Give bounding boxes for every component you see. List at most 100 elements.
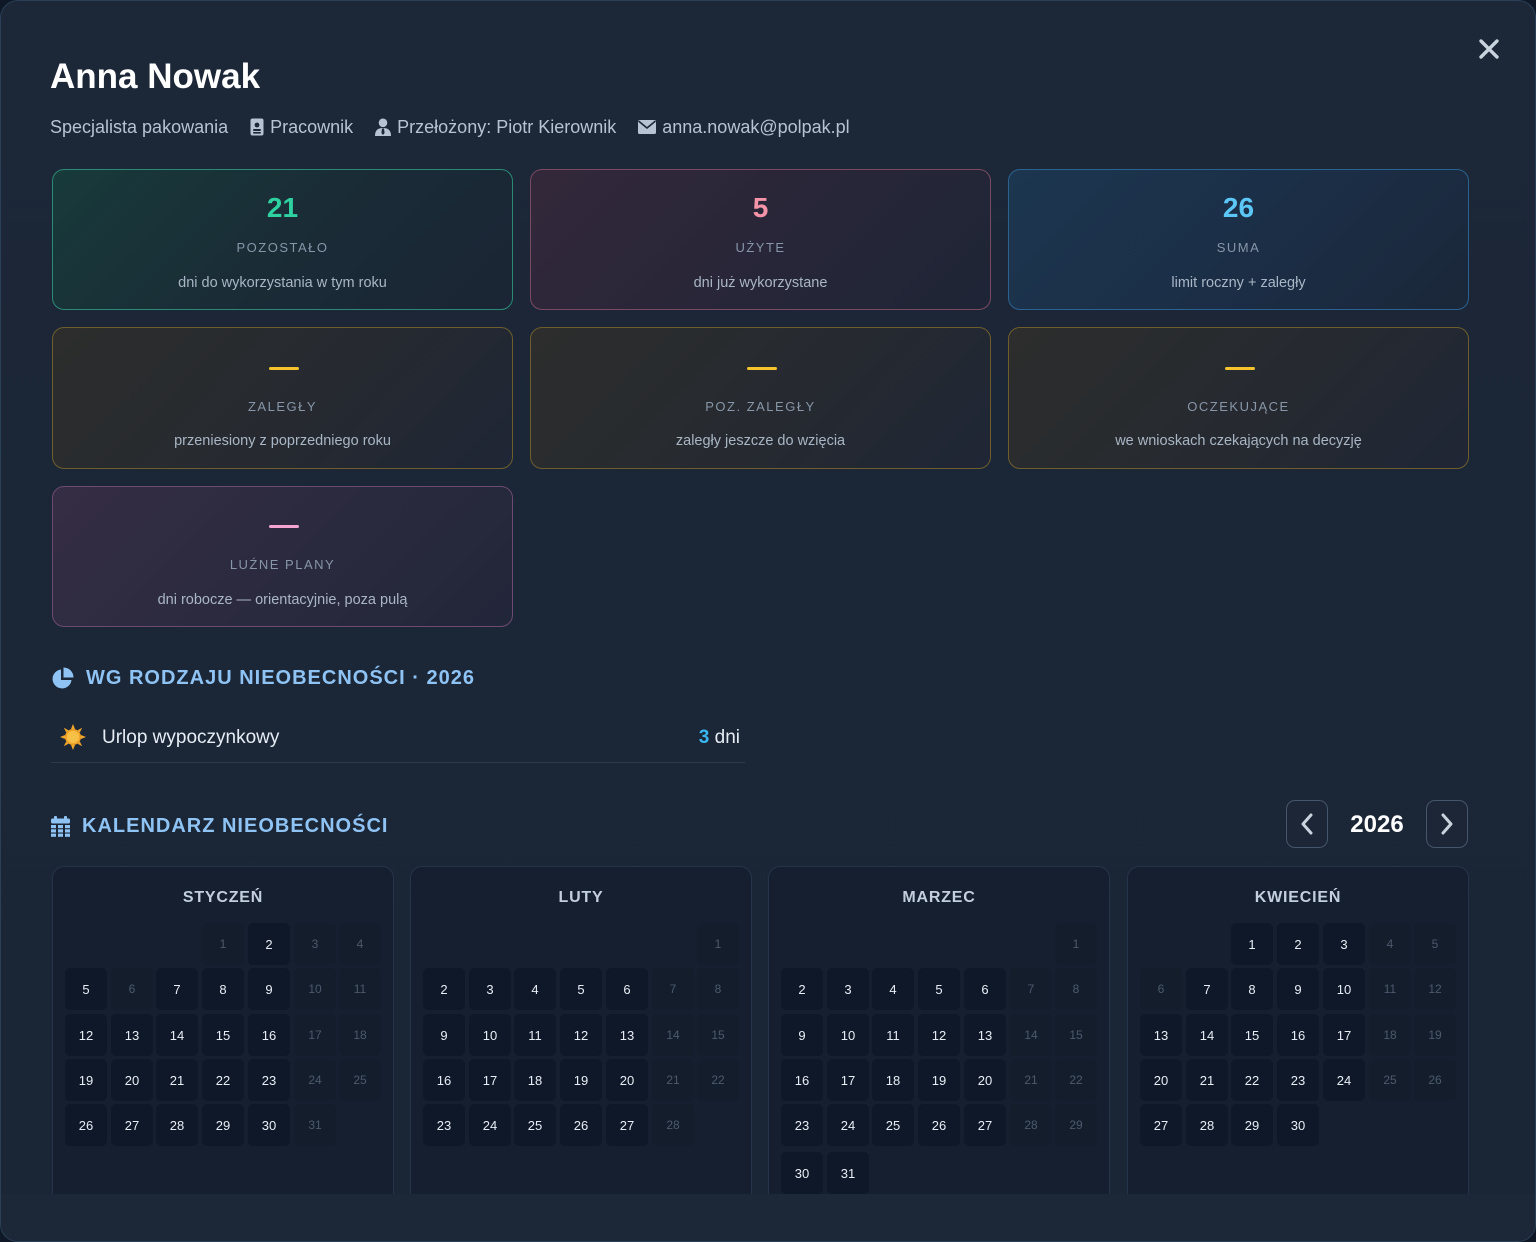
calendar-day[interactable]: 1 — [697, 923, 739, 965]
calendar-day[interactable]: 18 — [1369, 1014, 1411, 1056]
calendar-day[interactable]: 12 — [1414, 968, 1456, 1010]
calendar-day[interactable]: 3 — [1323, 923, 1365, 965]
calendar-day[interactable]: 31 — [294, 1104, 336, 1146]
calendar-day[interactable]: 28 — [652, 1104, 694, 1146]
prev-year-button[interactable] — [1286, 800, 1328, 848]
calendar-day[interactable]: 9 — [1277, 968, 1319, 1010]
calendar-day[interactable]: 5 — [918, 968, 960, 1010]
calendar-day[interactable]: 28 — [1010, 1104, 1052, 1146]
calendar-day[interactable]: 17 — [827, 1059, 869, 1101]
calendar-day[interactable]: 24 — [827, 1104, 869, 1146]
calendar-day[interactable]: 19 — [560, 1059, 602, 1101]
calendar-day[interactable]: 5 — [65, 968, 107, 1010]
calendar-day[interactable]: 22 — [202, 1059, 244, 1101]
calendar-day[interactable]: 2 — [1277, 923, 1319, 965]
calendar-day[interactable]: 8 — [697, 968, 739, 1010]
calendar-day[interactable]: 5 — [560, 968, 602, 1010]
calendar-day[interactable]: 26 — [560, 1104, 602, 1146]
calendar-day[interactable]: 11 — [339, 968, 381, 1010]
calendar-day[interactable]: 2 — [423, 968, 465, 1010]
calendar-day[interactable]: 29 — [1231, 1104, 1273, 1146]
calendar-day[interactable]: 26 — [1414, 1059, 1456, 1101]
calendar-day[interactable]: 29 — [202, 1104, 244, 1146]
calendar-day[interactable]: 2 — [248, 923, 290, 965]
calendar-day[interactable]: 6 — [606, 968, 648, 1010]
calendar-day[interactable]: 28 — [1186, 1104, 1228, 1146]
calendar-day[interactable]: 23 — [1277, 1059, 1319, 1101]
calendar-day[interactable]: 16 — [1277, 1014, 1319, 1056]
calendar-day[interactable]: 4 — [872, 968, 914, 1010]
calendar-day[interactable]: 18 — [514, 1059, 556, 1101]
calendar-day[interactable]: 30 — [248, 1104, 290, 1146]
calendar-day[interactable]: 10 — [294, 968, 336, 1010]
calendar-day[interactable]: 5 — [1414, 923, 1456, 965]
calendar-day[interactable]: 15 — [202, 1014, 244, 1056]
calendar-day[interactable]: 23 — [781, 1104, 823, 1146]
calendar-day[interactable]: 15 — [1231, 1014, 1273, 1056]
calendar-day[interactable]: 11 — [514, 1014, 556, 1056]
calendar-day[interactable]: 24 — [469, 1104, 511, 1146]
calendar-day[interactable]: 3 — [294, 923, 336, 965]
calendar-day[interactable]: 14 — [1010, 1014, 1052, 1056]
calendar-day[interactable]: 19 — [918, 1059, 960, 1101]
calendar-day[interactable]: 20 — [111, 1059, 153, 1101]
calendar-day[interactable]: 17 — [294, 1014, 336, 1056]
calendar-day[interactable]: 16 — [781, 1059, 823, 1101]
calendar-day[interactable]: 19 — [1414, 1014, 1456, 1056]
calendar-day[interactable]: 9 — [248, 968, 290, 1010]
calendar-day[interactable]: 27 — [111, 1104, 153, 1146]
calendar-day[interactable]: 15 — [697, 1014, 739, 1056]
calendar-day[interactable]: 24 — [294, 1059, 336, 1101]
calendar-day[interactable]: 10 — [827, 1014, 869, 1056]
calendar-day[interactable]: 4 — [514, 968, 556, 1010]
calendar-day[interactable]: 18 — [872, 1059, 914, 1101]
calendar-day[interactable]: 13 — [1140, 1014, 1182, 1056]
calendar-day[interactable]: 17 — [469, 1059, 511, 1101]
calendar-day[interactable]: 26 — [65, 1104, 107, 1146]
calendar-day[interactable]: 1 — [202, 923, 244, 965]
calendar-day[interactable]: 10 — [1323, 968, 1365, 1010]
calendar-day[interactable]: 1 — [1055, 923, 1097, 965]
calendar-day[interactable]: 7 — [1010, 968, 1052, 1010]
calendar-day[interactable]: 9 — [781, 1014, 823, 1056]
calendar-day[interactable]: 8 — [1231, 968, 1273, 1010]
calendar-day[interactable]: 30 — [1277, 1104, 1319, 1146]
calendar-day[interactable]: 23 — [423, 1104, 465, 1146]
calendar-day[interactable]: 25 — [514, 1104, 556, 1146]
calendar-day[interactable]: 6 — [964, 968, 1006, 1010]
calendar-day[interactable]: 13 — [606, 1014, 648, 1056]
calendar-day[interactable]: 16 — [423, 1059, 465, 1101]
calendar-day[interactable]: 16 — [248, 1014, 290, 1056]
calendar-day[interactable]: 25 — [339, 1059, 381, 1101]
calendar-day[interactable]: 26 — [918, 1104, 960, 1146]
calendar-day[interactable]: 21 — [652, 1059, 694, 1101]
calendar-day[interactable]: 12 — [65, 1014, 107, 1056]
calendar-day[interactable]: 20 — [606, 1059, 648, 1101]
calendar-day[interactable]: 17 — [1323, 1014, 1365, 1056]
calendar-day[interactable]: 22 — [697, 1059, 739, 1101]
calendar-day[interactable]: 3 — [827, 968, 869, 1010]
calendar-day[interactable]: 7 — [156, 968, 198, 1010]
calendar-day[interactable]: 27 — [606, 1104, 648, 1146]
calendar-day[interactable]: 12 — [560, 1014, 602, 1056]
calendar-day[interactable]: 28 — [156, 1104, 198, 1146]
calendar-day[interactable]: 27 — [964, 1104, 1006, 1146]
calendar-day[interactable]: 6 — [111, 968, 153, 1010]
calendar-day[interactable]: 20 — [1140, 1059, 1182, 1101]
calendar-day[interactable]: 21 — [156, 1059, 198, 1101]
calendar-day[interactable]: 4 — [1369, 923, 1411, 965]
calendar-day[interactable]: 6 — [1140, 968, 1182, 1010]
calendar-day[interactable]: 14 — [1186, 1014, 1228, 1056]
calendar-day[interactable]: 22 — [1055, 1059, 1097, 1101]
calendar-day[interactable]: 27 — [1140, 1104, 1182, 1146]
calendar-day[interactable]: 24 — [1323, 1059, 1365, 1101]
calendar-day[interactable]: 25 — [872, 1104, 914, 1146]
calendar-day[interactable]: 1 — [1231, 923, 1273, 965]
calendar-day[interactable]: 30 — [781, 1152, 823, 1194]
calendar-day[interactable]: 13 — [964, 1014, 1006, 1056]
calendar-day[interactable]: 3 — [469, 968, 511, 1010]
calendar-day[interactable]: 7 — [1186, 968, 1228, 1010]
calendar-day[interactable]: 31 — [827, 1152, 869, 1194]
calendar-day[interactable]: 14 — [652, 1014, 694, 1056]
calendar-day[interactable]: 10 — [469, 1014, 511, 1056]
